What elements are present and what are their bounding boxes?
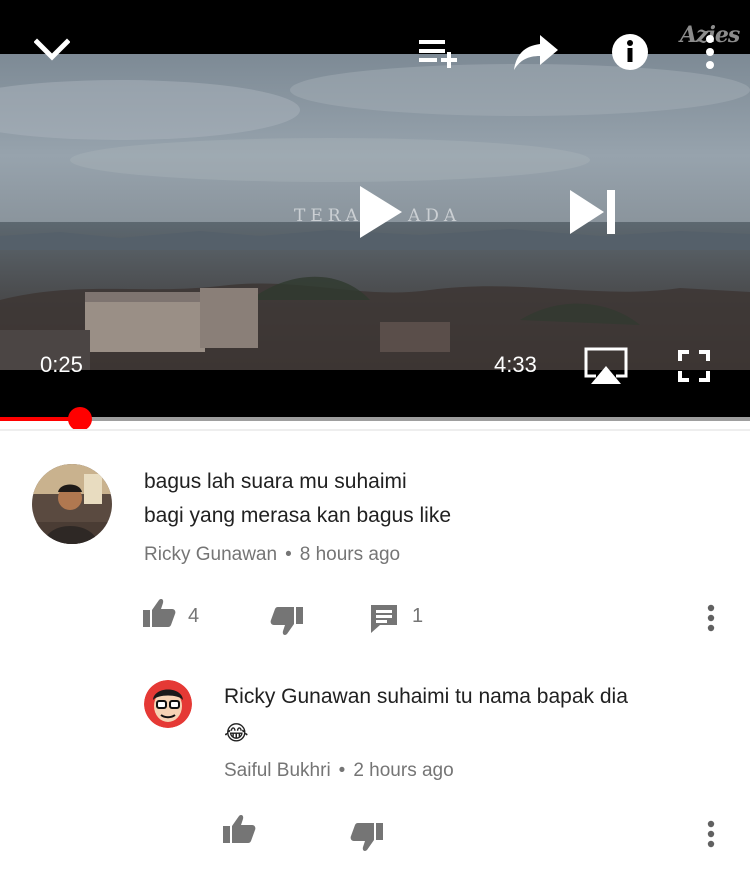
comment-text-line-1: bagus lah suara mu suhaimi [144, 470, 407, 493]
thumbs-down-icon [350, 823, 383, 851]
airplay-icon [584, 347, 628, 384]
comment-text-line-2: bagi yang merasa kan bagus like [144, 504, 452, 527]
like-button[interactable] [222, 814, 256, 844]
play-button[interactable] [348, 180, 412, 244]
skip-next-icon [570, 190, 615, 234]
reply-more-button[interactable] [706, 820, 716, 848]
play-icon [360, 186, 402, 238]
progress-scrubber[interactable] [67, 407, 92, 431]
thumbs-up-icon [223, 815, 256, 843]
divider [0, 429, 750, 431]
reply-button[interactable] [370, 604, 398, 634]
comment-more-button[interactable] [706, 604, 716, 632]
dislike-button[interactable] [350, 822, 384, 852]
reply-text-line-1: Ricky Gunawan suhaimi tu nama bapak dia [224, 685, 628, 708]
info-icon [612, 34, 648, 70]
chevron-down-icon [34, 38, 70, 61]
current-time: 0:25 [40, 352, 83, 377]
add-to-playlist-icon [419, 40, 457, 68]
share-button[interactable] [510, 30, 562, 74]
comment-timestamp: 8 hours ago [299, 544, 401, 565]
reply-timestamp: 2 hours ago [353, 760, 454, 781]
thumbs-down-icon [270, 607, 303, 635]
avatar-photo [32, 464, 112, 544]
more-vert-icon [706, 35, 714, 69]
comment-meta: Ricky Gunawan • 8 hours ago [144, 544, 400, 566]
like-button[interactable] [142, 598, 176, 628]
comment-author[interactable]: Ricky Gunawan [144, 544, 277, 565]
avatar[interactable] [32, 464, 112, 544]
reply-emoji: 😂 [224, 721, 249, 745]
more-options-button[interactable] [696, 30, 724, 74]
next-video-button[interactable] [560, 180, 624, 244]
add-to-playlist-button[interactable] [414, 32, 462, 72]
info-button[interactable] [608, 30, 652, 74]
dislike-button[interactable] [270, 606, 304, 636]
share-icon [514, 35, 558, 70]
video-title-overlay-right: ADA [408, 206, 462, 226]
more-vert-icon [707, 604, 715, 632]
reply-count[interactable]: 1 [412, 605, 423, 628]
thumbs-up-icon [143, 599, 176, 627]
avatar-cartoon [144, 680, 192, 728]
comment-reply-icon [371, 605, 397, 633]
fullscreen-icon [678, 350, 710, 382]
avatar[interactable] [144, 680, 192, 728]
duration: 4:33 [494, 352, 537, 377]
progress-track[interactable] [0, 417, 750, 421]
video-player[interactable]: Azies TERA ADA 0:25 4:33 [0, 0, 750, 420]
reply-author[interactable]: Saiful Bukhri [224, 760, 331, 781]
meta-separator: • [338, 760, 346, 781]
more-vert-icon [707, 820, 715, 848]
fullscreen-button[interactable] [672, 344, 716, 388]
minimize-button[interactable] [28, 30, 76, 70]
meta-separator: • [285, 544, 292, 565]
like-count: 4 [188, 605, 200, 627]
airplay-button[interactable] [580, 344, 632, 388]
reply-meta: Saiful Bukhri • 2 hours ago [224, 760, 454, 782]
